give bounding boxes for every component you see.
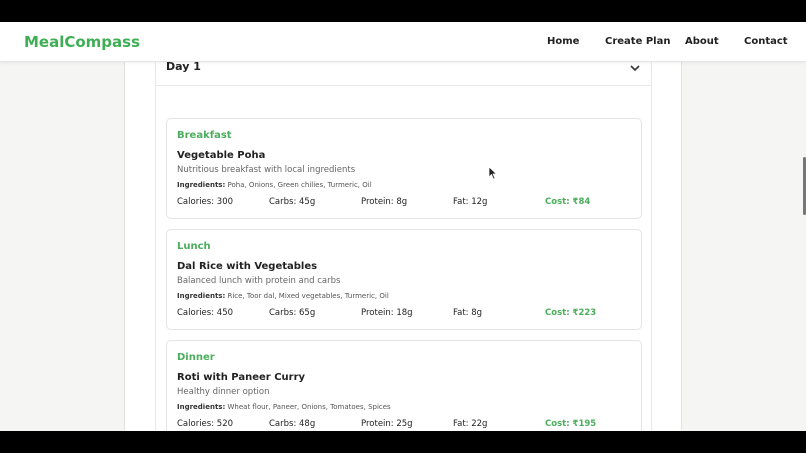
nav-link-about[interactable]: About	[685, 36, 719, 47]
day-accordion-header[interactable]: Day 1	[155, 60, 652, 86]
meal-name: Roti with Paneer Curry	[177, 372, 306, 383]
browser-viewport: MealCompass Home Create Plan About Conta…	[0, 22, 806, 431]
chevron-down-icon[interactable]	[629, 63, 641, 73]
day-meals-panel: Breakfast Vegetable Poha Nutritious brea…	[155, 86, 652, 431]
meal-description: Balanced lunch with protein and carbs	[177, 276, 341, 286]
nav-link-home[interactable]: Home	[547, 36, 579, 47]
mouse-cursor-icon	[488, 166, 498, 180]
calories-stat: Calories: 300	[177, 197, 234, 207]
ingredients-label: Ingredients:	[177, 181, 226, 189]
carbs-stat: Carbs: 48g	[269, 419, 316, 429]
protein-stat: Protein: 8g	[361, 197, 408, 207]
meal-name: Dal Rice with Vegetables	[177, 261, 318, 272]
top-navbar: MealCompass Home Create Plan About Conta…	[0, 22, 806, 62]
meal-plan-container: Day 1 Breakfast Vegetable Poha Nutritiou…	[124, 60, 682, 431]
nav-link-contact[interactable]: Contact	[744, 36, 788, 47]
nav-link-create-plan[interactable]: Create Plan	[605, 36, 670, 47]
ingredients-label: Ingredients:	[177, 292, 226, 300]
carbs-stat: Carbs: 65g	[269, 308, 316, 318]
ingredients-list: Poha, Onions, Green chilies, Turmeric, O…	[227, 181, 372, 189]
ingredients-label: Ingredients:	[177, 403, 226, 411]
meal-type-label: Breakfast	[177, 130, 232, 141]
calories-stat: Calories: 450	[177, 308, 234, 318]
meal-card-lunch: Lunch Dal Rice with Vegetables Balanced …	[166, 229, 642, 330]
meal-description: Healthy dinner option	[177, 387, 270, 397]
meal-ingredients: Ingredients: Wheat flour, Paneer, Onions…	[177, 403, 391, 411]
meal-description: Nutritious breakfast with local ingredie…	[177, 165, 356, 175]
meal-ingredients: Ingredients: Rice, Toor dal, Mixed veget…	[177, 292, 389, 300]
meal-type-label: Dinner	[177, 352, 215, 363]
protein-stat: Protein: 25g	[361, 419, 413, 429]
meal-card-dinner: Dinner Roti with Paneer Curry Healthy di…	[166, 340, 642, 431]
meal-ingredients: Ingredients: Poha, Onions, Green chilies…	[177, 181, 372, 189]
site-logo[interactable]: MealCompass	[24, 33, 140, 51]
ingredients-list: Rice, Toor dal, Mixed vegetables, Turmer…	[227, 292, 389, 300]
fat-stat: Fat: 22g	[453, 419, 488, 429]
cost-stat: Cost: ₹195	[545, 419, 597, 429]
carbs-stat: Carbs: 45g	[269, 197, 316, 207]
protein-stat: Protein: 18g	[361, 308, 413, 318]
meal-name: Vegetable Poha	[177, 150, 266, 161]
meal-card-breakfast: Breakfast Vegetable Poha Nutritious brea…	[166, 118, 642, 219]
cost-stat: Cost: ₹223	[545, 308, 597, 318]
cost-stat: Cost: ₹84	[545, 197, 591, 207]
fat-stat: Fat: 8g	[453, 308, 483, 318]
calories-stat: Calories: 520	[177, 419, 234, 429]
ingredients-list: Wheat flour, Paneer, Onions, Tomatoes, S…	[227, 403, 391, 411]
fat-stat: Fat: 12g	[453, 197, 488, 207]
meal-type-label: Lunch	[177, 241, 211, 252]
